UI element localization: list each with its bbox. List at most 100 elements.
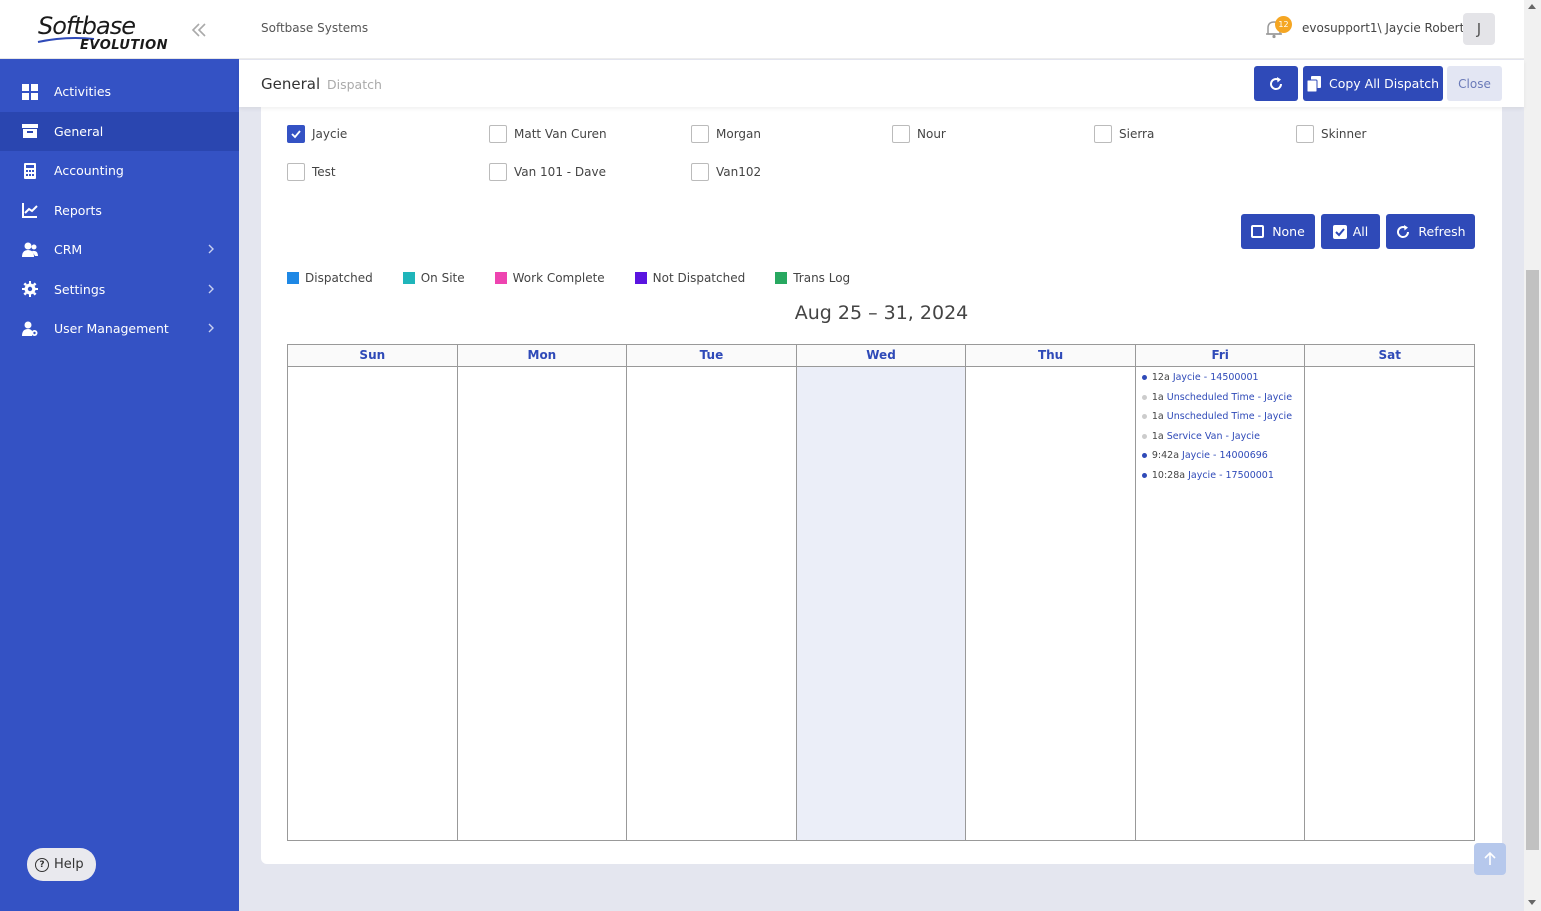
scroll-up-icon[interactable] (1528, 4, 1536, 9)
legend-item: Work Complete (494, 271, 605, 285)
day-header[interactable]: Thu (966, 345, 1136, 366)
day-header[interactable]: Sat (1305, 345, 1474, 366)
legend-item: Dispatched (287, 271, 373, 285)
scroll-to-top-button[interactable] (1474, 843, 1506, 875)
calendar-event[interactable]: 1a Unscheduled Time - Jaycie (1141, 388, 1305, 408)
filter-label: Morgan (716, 127, 761, 141)
day-cell[interactable] (458, 367, 628, 840)
day-header[interactable]: Mon (458, 345, 628, 366)
top-header: Softbase Systems 12 evosupport1\ Jaycie … (239, 0, 1524, 59)
day-header[interactable]: Sun (288, 345, 458, 366)
sidebar-item-label: CRM (54, 242, 83, 258)
scroll-down-icon[interactable] (1528, 900, 1536, 905)
chevron-right-icon (208, 284, 214, 293)
dispatch-panel: TransportNot DispatchedAlyseBobGreggreg1… (261, 87, 1502, 864)
calendar-title: Aug 25 – 31, 2024 (794, 302, 969, 324)
calendar-event[interactable]: 9:42a Jaycie - 14000696 (1141, 446, 1305, 466)
day-cell[interactable] (796, 367, 967, 840)
sidebar-item-accounting[interactable]: Accounting (0, 151, 239, 191)
event-title: Unscheduled Time - Jaycie (1166, 391, 1293, 403)
checkbox-icon[interactable] (1296, 125, 1314, 143)
event-title: Jaycie - 17500001 (1188, 469, 1274, 481)
user-name[interactable]: evosupport1\ Jaycie Roberts (1302, 21, 1471, 35)
event-time: 1a (1151, 430, 1164, 442)
event-title: Service Van - Jaycie (1166, 430, 1260, 442)
legend-swatch (287, 272, 299, 284)
legend-label: Not Dispatched (652, 271, 746, 285)
filter-checkbox[interactable]: Matt Van Curen (489, 125, 607, 143)
chevron-right-icon (208, 323, 214, 333)
filter-checkbox[interactable]: Test (287, 163, 336, 181)
legend-item: Trans Log (775, 271, 850, 285)
close-button[interactable]: Close (1447, 66, 1502, 101)
calendar-event[interactable]: 1a Service Van - Jaycie (1141, 427, 1305, 447)
event-dot (1141, 414, 1147, 420)
day-cell[interactable]: 12a Jaycie - 14500001 1a Unscheduled Time -… (1136, 367, 1306, 840)
week-calendar: Sun Mon Tue Wed Thu Fri Sat 12a Jaycie - 145000… (287, 344, 1475, 841)
filter-checkbox[interactable]: Morgan (691, 125, 761, 143)
avatar[interactable]: J (1463, 13, 1495, 45)
collapse-sidebar-icon[interactable] (189, 20, 209, 40)
checkbox-icon[interactable] (691, 163, 709, 181)
reload-button[interactable] (1254, 66, 1298, 101)
copy-icon (1306, 75, 1321, 92)
day-header[interactable]: Wed (797, 345, 967, 366)
event-title: Unscheduled Time - Jaycie (1166, 411, 1293, 423)
checkbox-icon[interactable] (691, 125, 709, 143)
checkbox-icon[interactable] (489, 125, 507, 143)
sidebar-item-reports[interactable]: Reports (0, 191, 239, 231)
filter-label: Test (312, 165, 336, 179)
select-all-button[interactable]: All (1321, 214, 1380, 249)
filter-checkbox[interactable]: Sierra (1094, 125, 1154, 143)
checkbox-icon[interactable] (287, 163, 305, 181)
day-cell[interactable] (1305, 367, 1474, 840)
select-none-button[interactable]: None (1241, 214, 1315, 249)
checkbox-icon[interactable] (1094, 125, 1112, 143)
logo-subtext: EVOLUTION (80, 38, 169, 53)
day-cell[interactable] (288, 367, 458, 840)
scroll-thumb[interactable] (1526, 270, 1539, 850)
refresh-icon (1270, 76, 1283, 90)
calendar-event[interactable]: 10:28a Jaycie - 17500001 (1141, 466, 1305, 486)
event-dot (1141, 472, 1147, 478)
legend-label: Dispatched (305, 271, 373, 285)
day-cell[interactable] (966, 367, 1136, 840)
sidebar-item-activities[interactable]: Activities (0, 72, 239, 112)
filter-checkbox[interactable]: Van 101 - Dave (489, 163, 606, 181)
refresh-label: Refresh (1418, 224, 1466, 239)
sidebar-item-user-management[interactable]: User Management (0, 309, 239, 349)
checkbox-icon[interactable] (892, 125, 910, 143)
sidebar-item-settings[interactable]: Settings (0, 270, 239, 310)
event-time: 9:42a (1151, 450, 1180, 462)
calendar-event[interactable]: 12a Jaycie - 14500001 (1141, 368, 1305, 388)
sidebar-item-general[interactable]: General (0, 111, 239, 151)
arrow-up-icon (1484, 852, 1496, 865)
sidebar-item-crm[interactable]: CRM (0, 230, 239, 270)
page-scrollbar[interactable] (1524, 0, 1541, 911)
filter-checkbox[interactable]: Jaycie (287, 125, 347, 143)
event-dot (1141, 433, 1147, 439)
checked-checkbox-icon (1332, 224, 1347, 239)
event-time: 1a (1151, 411, 1164, 423)
checkbox-icon[interactable] (489, 163, 507, 181)
sidebar-item-label: User Management (54, 321, 169, 337)
calendar-event[interactable]: 1a Unscheduled Time - Jaycie (1141, 407, 1305, 427)
filter-checkbox[interactable]: Van102 (691, 163, 761, 181)
checked-checkbox-icon[interactable] (287, 125, 305, 143)
filter-checkbox[interactable]: Skinner (1296, 125, 1366, 143)
breadcrumb[interactable]: Dispatch (327, 77, 382, 92)
copy-all-dispatch-button[interactable]: Copy All Dispatch (1303, 66, 1443, 101)
day-cell[interactable] (627, 367, 797, 840)
gear-icon (22, 281, 38, 298)
help-button[interactable]: ? Help (27, 848, 96, 881)
empty-checkbox-icon (1251, 225, 1265, 238)
refresh-button[interactable]: Refresh (1386, 214, 1475, 249)
day-header[interactable]: Tue (627, 345, 797, 366)
filter-label: Jaycie (312, 127, 348, 141)
archive-icon (22, 124, 38, 139)
day-header[interactable]: Fri (1136, 345, 1306, 366)
legend-swatch (775, 272, 788, 284)
legend-swatch (634, 272, 647, 284)
company-name: Softbase Systems (261, 21, 369, 35)
filter-checkbox[interactable]: Nour (892, 125, 946, 143)
